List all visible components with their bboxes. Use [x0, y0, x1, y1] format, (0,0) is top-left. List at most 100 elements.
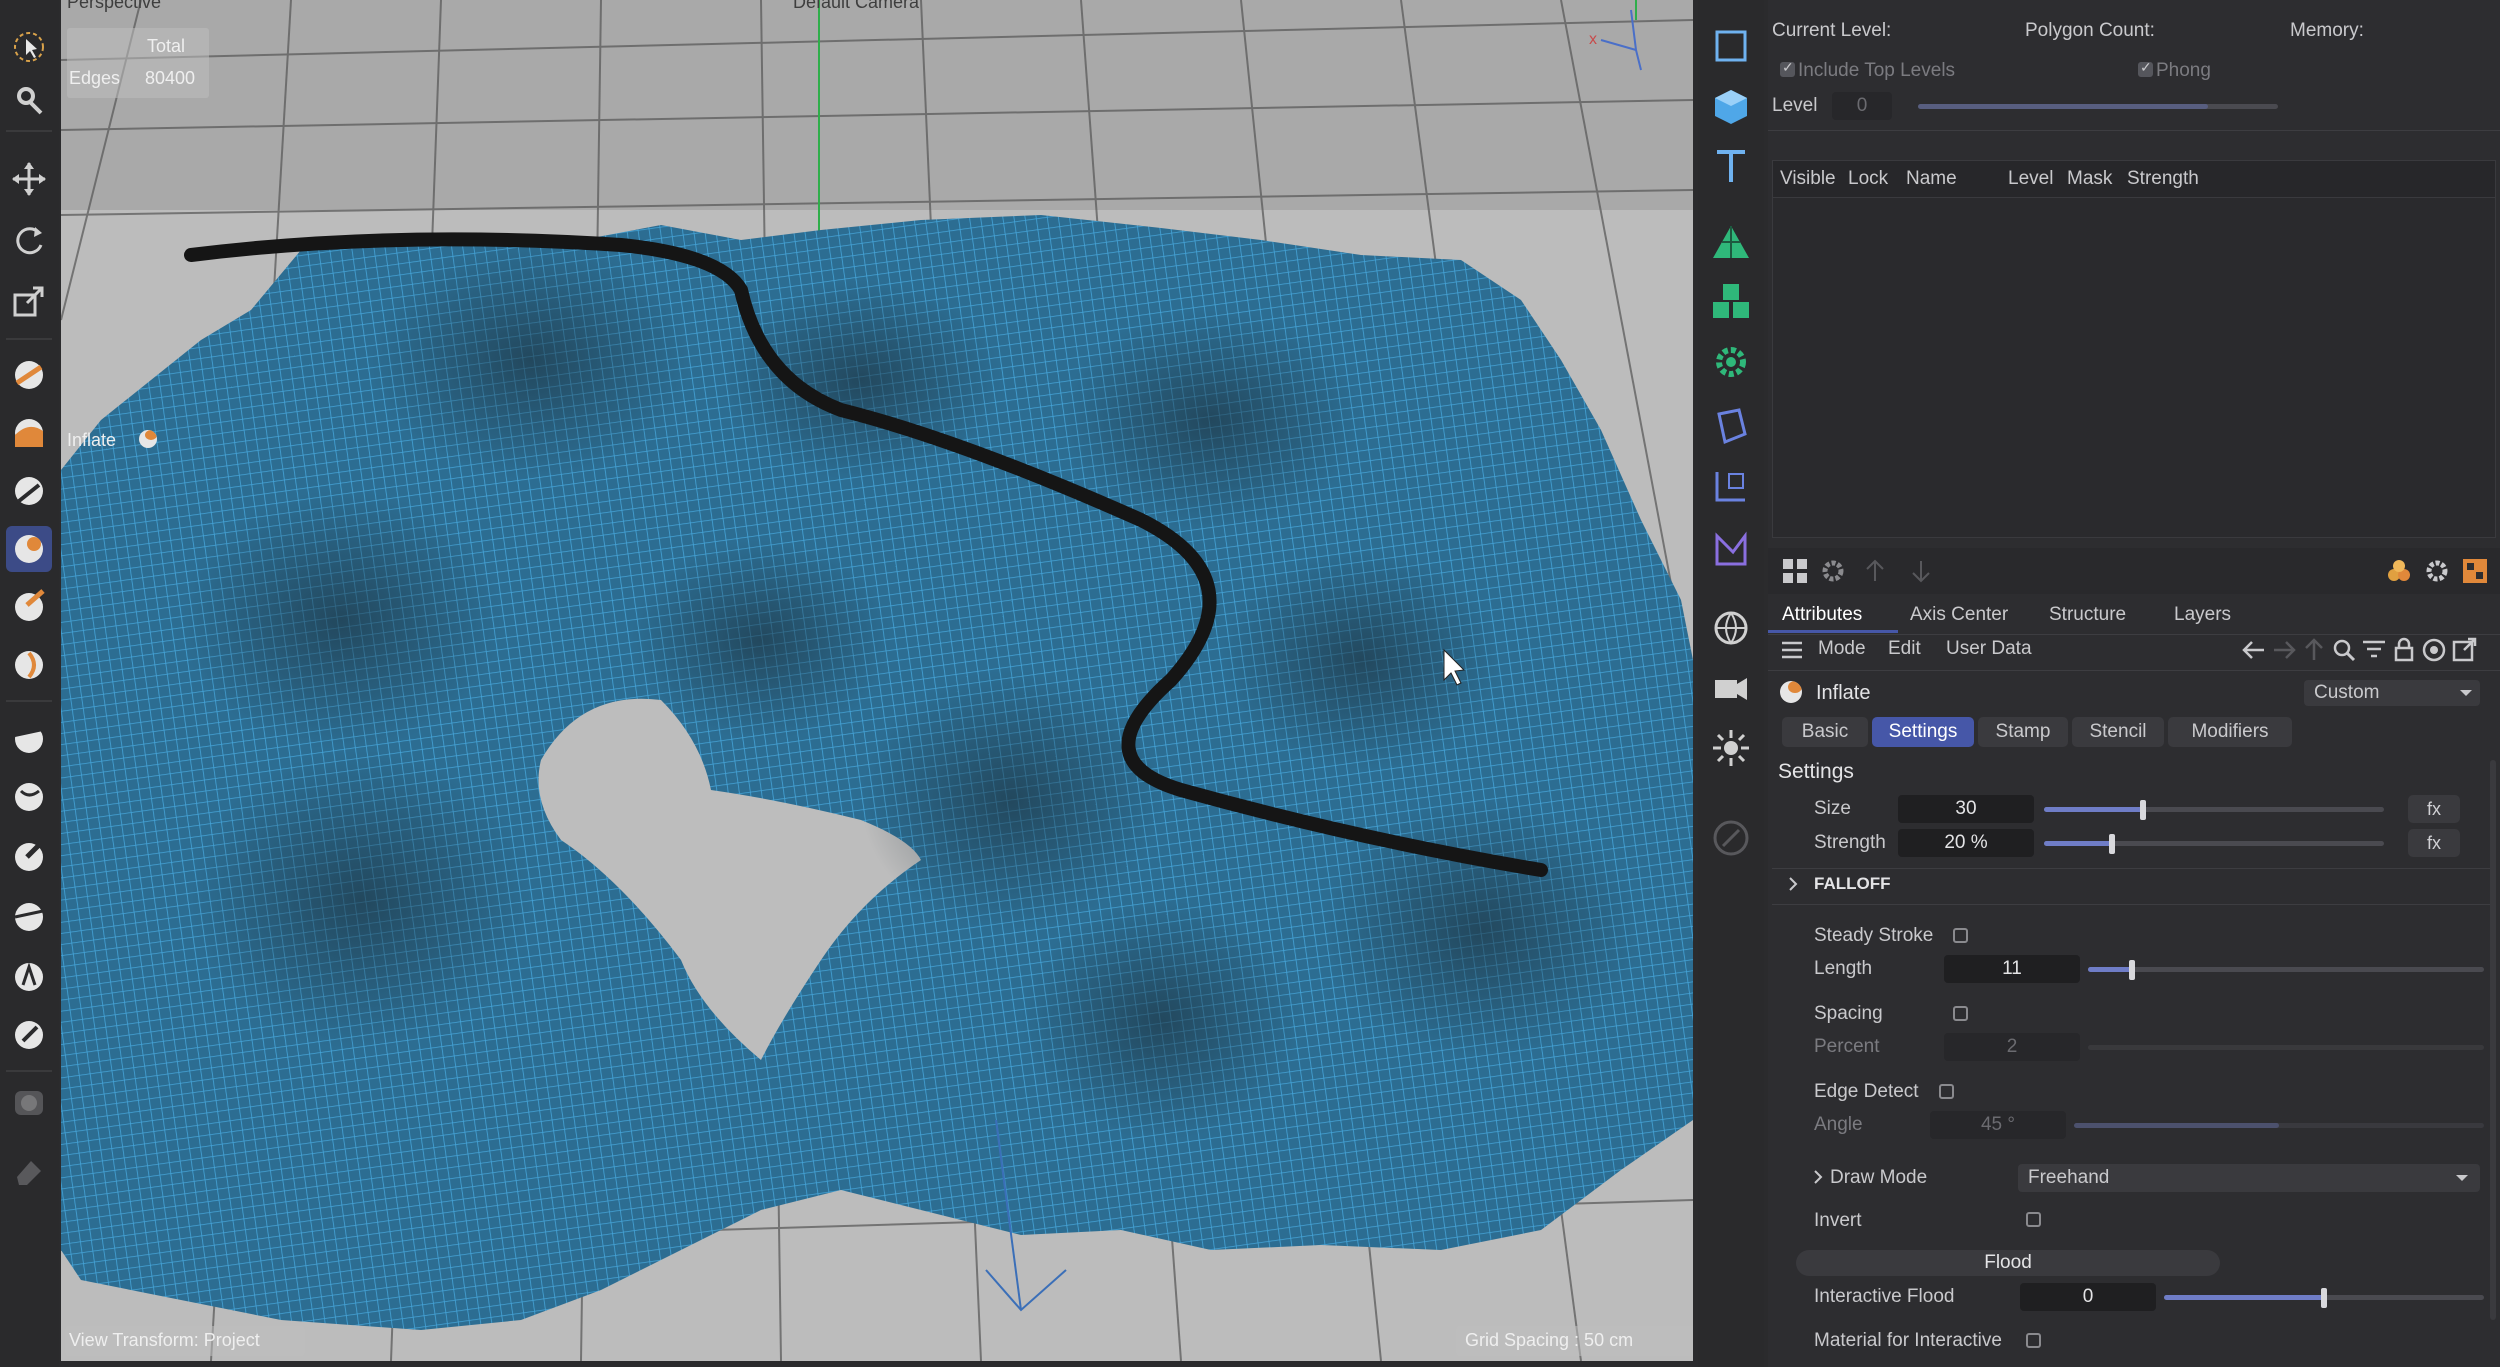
length-slider[interactable] [2088, 967, 2484, 972]
camera-name[interactable]: Default Camera [793, 0, 919, 13]
new-window-icon[interactable] [2450, 636, 2478, 664]
gear-icon[interactable] [1818, 556, 1848, 586]
move-icon[interactable] [6, 156, 52, 202]
draw-mode-dropdown-icon[interactable] [2452, 1168, 2472, 1188]
layout-orange-icon[interactable] [2460, 556, 2490, 586]
menu-user-data[interactable]: User Data [1946, 638, 2032, 660]
sculpt-smooth-icon[interactable] [6, 468, 52, 514]
back-arrow-icon[interactable] [2240, 636, 2268, 664]
brush-disabled-icon[interactable] [1705, 812, 1757, 864]
col-visible[interactable]: Visible [1780, 168, 1836, 190]
col-lock[interactable]: Lock [1848, 168, 1888, 190]
draw-mode-chevron-icon[interactable] [1810, 1167, 1826, 1187]
col-name[interactable]: Name [1906, 168, 1957, 190]
filter-icon[interactable] [2360, 636, 2388, 664]
percent-field: 2 [1944, 1033, 2080, 1061]
menu-edit[interactable]: Edit [1888, 638, 1921, 660]
steady-stroke-label: Steady Stroke [1814, 925, 1934, 946]
text-icon[interactable] [1705, 140, 1757, 192]
strength-slider-thumb[interactable] [2109, 834, 2115, 854]
select-icon[interactable] [6, 24, 52, 70]
attributes-scrollbar[interactable] [2490, 760, 2496, 1320]
light-st-icon[interactable] [1705, 722, 1757, 774]
globe-st-icon[interactable] [1705, 602, 1757, 654]
tab-attributes[interactable]: Attributes [1782, 604, 1862, 626]
phong-checkbox[interactable] [2138, 59, 2153, 77]
interactive-flood-field[interactable]: 0 [2020, 1283, 2156, 1311]
strength-field[interactable]: 20 % [1898, 829, 2034, 857]
settings-tool-icon[interactable] [6, 76, 52, 122]
steady-stroke-checkbox[interactable] [1953, 928, 1968, 943]
sculpt-tools-icon[interactable] [2384, 556, 2414, 586]
size-field[interactable]: 30 [1898, 795, 2034, 823]
strength-fx-button[interactable]: fx [2408, 829, 2460, 857]
cloner-icon[interactable] [1705, 276, 1757, 328]
include-top-levels-checkbox[interactable] [1780, 59, 1795, 77]
tab-structure[interactable]: Structure [2049, 604, 2126, 626]
lock-icon[interactable] [2390, 636, 2418, 664]
length-field[interactable]: 11 [1944, 955, 2080, 983]
scale-icon[interactable] [6, 278, 52, 324]
chevron-down-icon[interactable] [2456, 683, 2476, 703]
sculpt-fill-icon[interactable] [6, 774, 52, 820]
forward-arrow-icon[interactable] [2270, 636, 2298, 664]
spline-icon[interactable] [1705, 460, 1757, 512]
col-mask[interactable]: Mask [2067, 168, 2112, 190]
subtab-modifiers[interactable]: Modifiers [2168, 717, 2292, 747]
gear-generator-icon[interactable] [1705, 336, 1757, 388]
size-slider-thumb[interactable] [2139, 800, 2146, 820]
layers-list[interactable] [1772, 198, 2496, 538]
length-slider-thumb[interactable] [2128, 960, 2135, 980]
material-checkbox[interactable] [2026, 1333, 2041, 1348]
tab-layers[interactable]: Layers [2174, 604, 2231, 626]
sculpt-amplify-icon[interactable] [6, 954, 52, 1000]
cube-icon[interactable] [1705, 80, 1757, 132]
search-icon[interactable] [2330, 636, 2358, 664]
sculpt-knife-icon[interactable] [6, 894, 52, 940]
sculpt-scrape-icon[interactable] [6, 834, 52, 880]
layout-grid-icon[interactable] [1780, 556, 1810, 586]
percent-slider [2088, 1045, 2484, 1050]
3d-viewport[interactable]: x Perspective Default Camera Total Edges… [61, 0, 1693, 1361]
subtab-stencil[interactable]: Stencil [2072, 717, 2164, 747]
rotate-icon[interactable] [6, 218, 52, 264]
spacing-checkbox[interactable] [1953, 1006, 1968, 1021]
mesh-triangle-icon[interactable] [1705, 216, 1757, 268]
level-field[interactable]: 0 [1832, 92, 1892, 120]
arrow-down-icon[interactable] [1906, 556, 1936, 586]
sculpt-pinch-icon[interactable] [6, 584, 52, 630]
up-arrow-icon[interactable] [2300, 636, 2328, 664]
size-fx-button[interactable]: fx [2408, 795, 2460, 823]
sculpt-pull-icon[interactable] [6, 352, 52, 398]
menu-mode[interactable]: Mode [1818, 638, 1866, 660]
deformer-icon[interactable] [1705, 400, 1757, 452]
hamburger-icon[interactable] [1780, 638, 1804, 662]
invert-checkbox[interactable] [2026, 1212, 2041, 1227]
falloff-header[interactable]: FALLOFF [1814, 874, 1890, 894]
chevron-right-icon[interactable] [1784, 874, 1802, 894]
subtab-basic[interactable]: Basic [1782, 717, 1868, 747]
sculpt-grab-icon[interactable] [6, 410, 52, 456]
edge-detect-checkbox[interactable] [1939, 1084, 1954, 1099]
cube-outline-icon[interactable] [1705, 20, 1757, 72]
interactive-flood-slider-thumb[interactable] [2321, 1288, 2327, 1308]
sculpt-erase-icon[interactable] [6, 1012, 52, 1058]
bend-icon[interactable] [1705, 524, 1757, 576]
col-level[interactable]: Level [2008, 168, 2053, 190]
sculpt-inflate-icon[interactable] [6, 526, 52, 572]
eraser-icon[interactable] [6, 1148, 52, 1194]
camera-brush-icon[interactable] [6, 1080, 52, 1126]
subtab-settings[interactable]: Settings [1872, 717, 1974, 747]
arrow-up-icon[interactable] [1860, 556, 1890, 586]
draw-mode-label: Draw Mode [1830, 1167, 1928, 1188]
sculpt-twist-icon[interactable] [6, 642, 52, 688]
draw-mode-value: Freehand [2028, 1167, 2110, 1188]
target-icon[interactable] [2420, 636, 2448, 664]
settings-gear-icon[interactable] [2422, 556, 2452, 586]
tab-axis-center[interactable]: Axis Center [1910, 604, 2008, 626]
camera-st-icon[interactable] [1705, 662, 1757, 714]
material-label: Material for Interactive [1814, 1330, 2002, 1351]
sculpt-flatten-icon[interactable] [6, 716, 52, 762]
col-strength[interactable]: Strength [2127, 168, 2199, 190]
subtab-stamp[interactable]: Stamp [1978, 717, 2068, 747]
